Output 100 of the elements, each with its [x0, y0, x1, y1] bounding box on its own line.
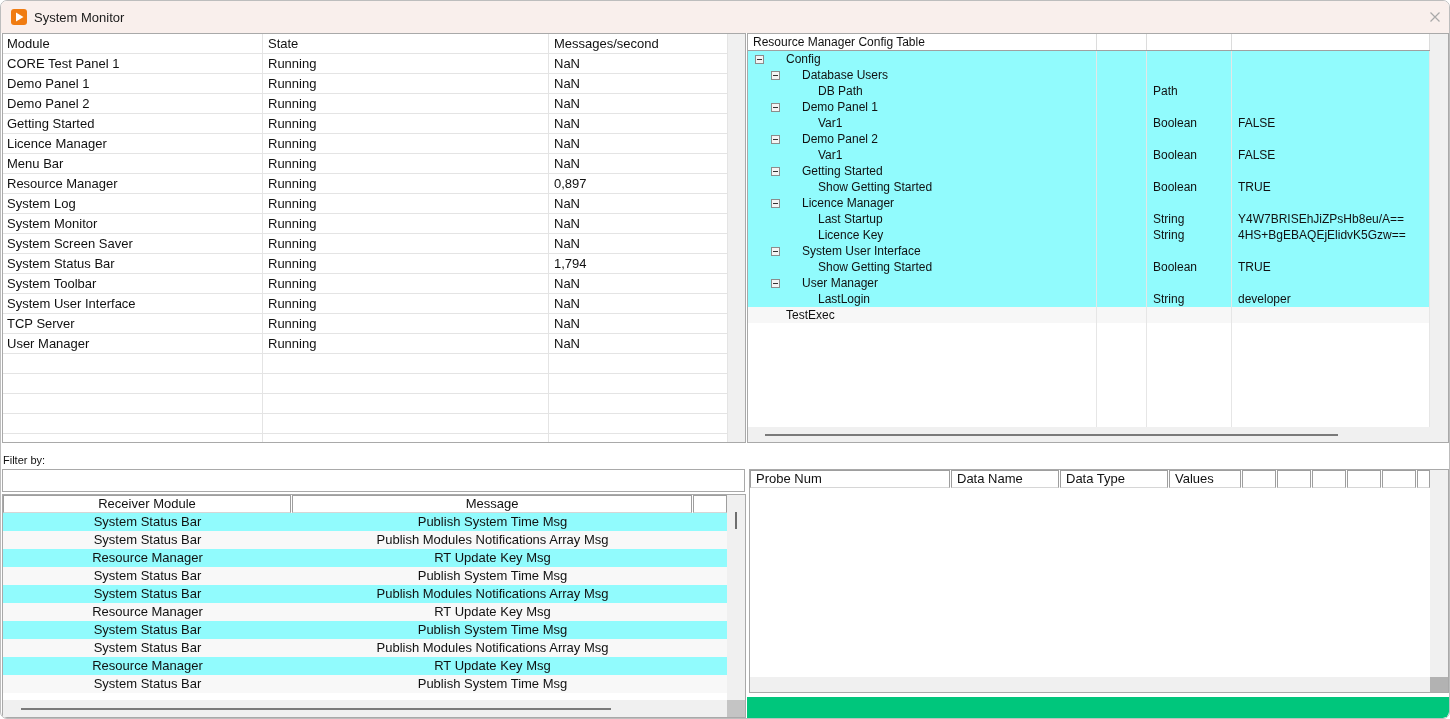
table-cell: NaN — [549, 54, 728, 74]
minus-box-icon[interactable] — [771, 198, 780, 208]
tree-row[interactable]: Getting Started — [748, 163, 1430, 179]
column-header: State — [263, 34, 549, 54]
column-header[interactable]: Data Type — [1060, 470, 1168, 488]
column-header[interactable]: Probe Num — [750, 470, 950, 488]
table-cell-text: System Status Bar — [92, 531, 203, 549]
column-header: Messages/second — [549, 34, 728, 54]
tree-node-label: Last Startup — [818, 211, 883, 227]
filter-field[interactable] — [2, 469, 745, 492]
table-cell-text: Publish System Time Msg — [416, 675, 569, 693]
tree-row[interactable]: Config — [748, 51, 1430, 67]
table-cell: Boolean — [1153, 147, 1198, 163]
tree-node-label: Show Getting Started — [818, 259, 933, 275]
table-cell-text: Publish System Time Msg — [416, 513, 569, 531]
table-row[interactable]: System Status Bar Publish System Time Msg — [3, 513, 727, 531]
table-cell: NaN — [549, 234, 728, 254]
table-cell-text: System Status Bar — [92, 621, 203, 639]
tree-row[interactable]: LastLogin String developer — [748, 291, 1430, 307]
tree-row[interactable]: Licence Key String 4HS+BgEBAQEjElidvK5Gzw== — [748, 227, 1430, 243]
tree-row[interactable]: Last Startup String Y4W7BRISEhJiZPsHb8eu/A== — [748, 211, 1430, 227]
minus-box-icon[interactable] — [771, 166, 780, 176]
scrollbar-thumb[interactable] — [735, 512, 737, 529]
table-cell: Resource Manager — [3, 174, 263, 194]
tree-row[interactable]: Database Users — [748, 67, 1430, 83]
horizontal-scrollbar[interactable] — [3, 700, 727, 717]
minus-box-icon[interactable] — [771, 102, 780, 112]
scrollbar-thumb[interactable] — [21, 707, 611, 710]
filter-label: Filter by: — [2, 453, 47, 468]
vertical-scrollbar[interactable] — [727, 495, 745, 700]
tree-node-label: Var1 — [818, 115, 843, 131]
vertical-scrollbar[interactable] — [1430, 470, 1448, 677]
table-cell: NaN — [549, 74, 728, 94]
tree-row[interactable]: Show Getting Started Boolean TRUE — [748, 259, 1430, 275]
table-cell: Boolean — [1153, 259, 1198, 275]
table-row[interactable]: System Status Bar Publish Modules Notifications Array Msg — [3, 639, 727, 657]
vertical-scrollbar[interactable] — [1430, 34, 1448, 442]
column-header[interactable]: Receiver Module — [3, 495, 291, 513]
table-cell: 1,794 — [549, 254, 728, 274]
minus-box-icon[interactable] — [755, 54, 764, 64]
scrollbar-thumb[interactable] — [765, 433, 1338, 436]
tree-row[interactable]: Demo Panel 2 — [748, 131, 1430, 147]
table-cell: NaN — [549, 314, 728, 334]
table-row[interactable]: System Status Bar Publish Modules Notifications Array Msg — [3, 585, 727, 603]
tree-row[interactable]: User Manager — [748, 275, 1430, 291]
tree-node-label: Database Users — [802, 67, 889, 83]
tree-row[interactable]: TestExec — [748, 307, 1430, 323]
table-cell-text: RT Update Key Msg — [433, 603, 552, 621]
tree-row[interactable]: DB Path Path — [748, 83, 1430, 99]
table-cell: Running — [263, 114, 549, 134]
vertical-scrollbar[interactable] — [728, 34, 745, 442]
column-header[interactable]: Message — [292, 495, 692, 513]
table-cell-text: RT Update Key Msg — [433, 657, 552, 675]
tree-node-label: TestExec — [786, 307, 835, 323]
tree-row[interactable]: Demo Panel 1 — [748, 99, 1430, 115]
table-cell: TRUE — [1238, 179, 1271, 195]
column-header[interactable]: Values — [1169, 470, 1241, 488]
table-cell: Running — [263, 154, 549, 174]
tree-node-label: Getting Started — [802, 163, 883, 179]
table-cell: Boolean — [1153, 179, 1198, 195]
tree-row[interactable]: System User Interface — [748, 243, 1430, 259]
table-cell: System Status Bar — [3, 254, 263, 274]
minus-box-icon[interactable] — [771, 134, 780, 144]
table-cell-text: Resource Manager — [91, 603, 204, 621]
table-cell: NaN — [549, 194, 728, 214]
table-cell-text: Resource Manager — [91, 549, 204, 567]
minus-box-icon[interactable] — [771, 246, 780, 256]
table-cell: String — [1153, 211, 1185, 227]
table-cell-text: System Status Bar — [92, 513, 203, 531]
table-row[interactable]: System Status Bar Publish System Time Msg — [3, 621, 727, 639]
tree-row[interactable]: Licence Manager — [748, 195, 1430, 211]
tree-row[interactable]: Show Getting Started Boolean TRUE — [748, 179, 1430, 195]
table-row[interactable]: Resource Manager RT Update Key Msg — [3, 603, 727, 621]
table-cell: Running — [263, 214, 549, 234]
table-cell: System User Interface — [3, 294, 263, 314]
horizontal-scrollbar[interactable] — [750, 677, 1430, 692]
table-cell: Running — [263, 294, 549, 314]
minus-box-icon[interactable] — [771, 70, 780, 80]
column-header[interactable]: Data Name — [951, 470, 1059, 488]
table-row[interactable]: System Status Bar Publish System Time Msg — [3, 675, 727, 693]
window-title: System Monitor — [34, 9, 125, 25]
table-cell: NaN — [549, 214, 728, 234]
tree-row[interactable]: Var1 Boolean FALSE — [748, 147, 1430, 163]
table-cell-text: Publish System Time Msg — [416, 567, 569, 585]
table-cell: 0,897 — [549, 174, 728, 194]
table-cell: Demo Panel 2 — [3, 94, 263, 114]
table-row[interactable]: System Status Bar Publish System Time Msg — [3, 567, 727, 585]
tree-row[interactable]: Var1 Boolean FALSE — [748, 115, 1430, 131]
table-row[interactable]: Resource Manager RT Update Key Msg — [3, 657, 727, 675]
minus-box-icon[interactable] — [771, 278, 780, 288]
close-icon — [1430, 12, 1440, 22]
tree-node-label: LastLogin — [818, 291, 871, 307]
table-cell: FALSE — [1238, 115, 1276, 131]
table-cell: Running — [263, 254, 549, 274]
table-cell: System Toolbar — [3, 274, 263, 294]
table-row[interactable]: Resource Manager RT Update Key Msg — [3, 549, 727, 567]
horizontal-scrollbar[interactable] — [748, 427, 1430, 442]
table-row[interactable]: System Status Bar Publish Modules Notifications Array Msg — [3, 531, 727, 549]
column-header: Module — [3, 34, 263, 54]
table-cell: Demo Panel 1 — [3, 74, 263, 94]
